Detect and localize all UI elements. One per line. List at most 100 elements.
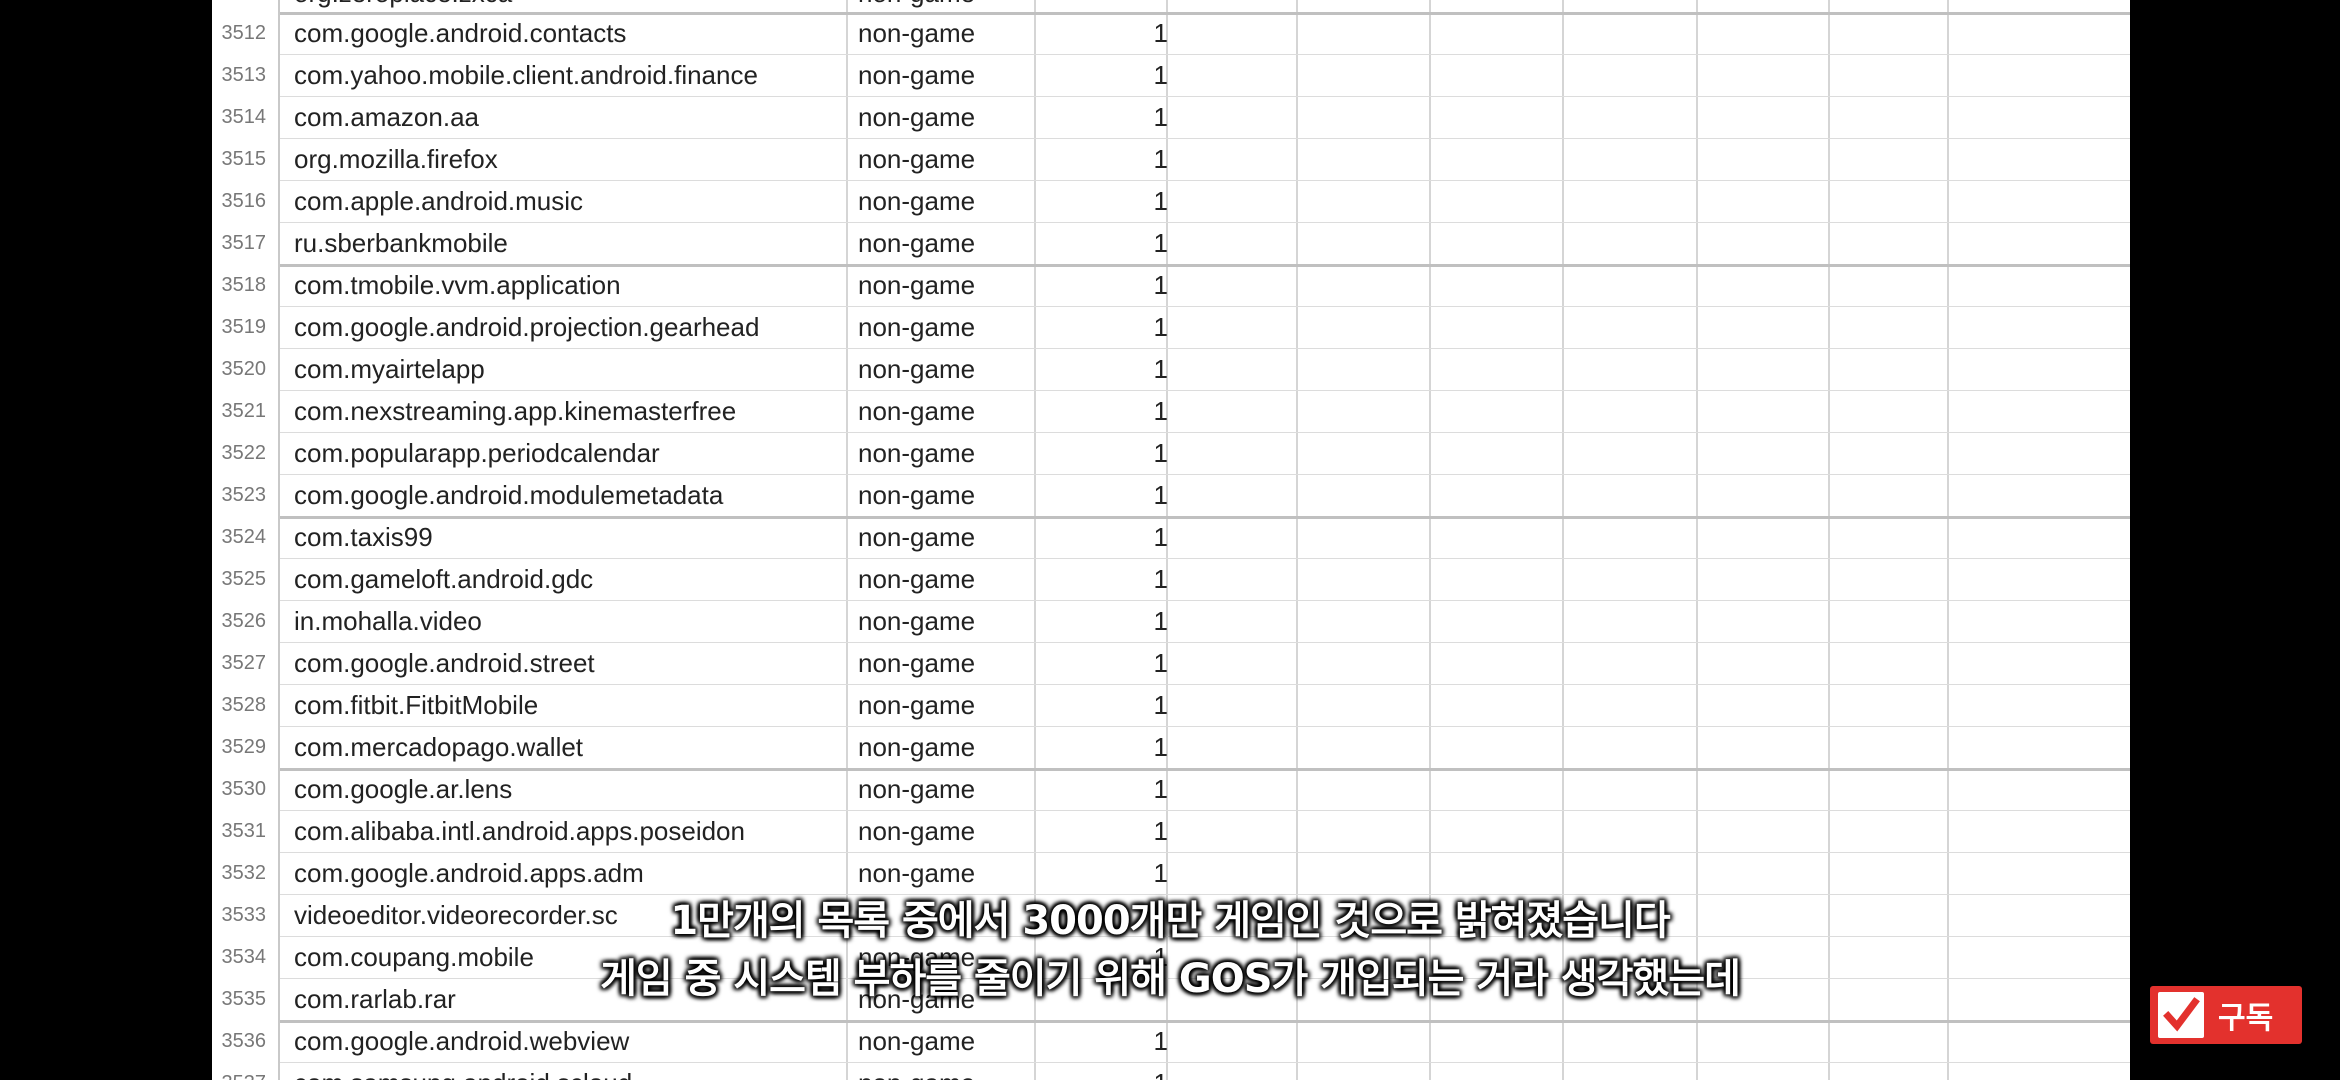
category-cell[interactable]: non-game [852,978,1038,1020]
count-cell[interactable]: 1 [1038,936,1178,978]
row-number[interactable]: 3533 [212,894,280,936]
category-cell[interactable]: non-game [852,600,1038,642]
package-cell[interactable]: videoeditor.videorecorder.sc [288,894,858,936]
row-number[interactable]: 3520 [212,348,280,390]
row-number[interactable]: 3525 [212,558,280,600]
count-cell[interactable]: 1 [1038,726,1178,768]
count-cell[interactable]: 1 [1038,810,1178,852]
row-number[interactable]: 3518 [212,264,280,306]
package-cell[interactable]: com.fitbit.FitbitMobile [288,684,858,726]
count-cell[interactable]: 1 [1038,222,1178,264]
row-number[interactable]: 3529 [212,726,280,768]
category-cell[interactable]: non-game [852,726,1038,768]
category-cell[interactable]: non-game [852,348,1038,390]
count-cell[interactable]: 1 [1038,390,1178,432]
category-cell[interactable]: non-game [852,306,1038,348]
package-cell[interactable]: com.samsung.android.scloud [288,1062,858,1080]
category-cell[interactable]: non-game [852,180,1038,222]
row-number[interactable]: 3516 [212,180,280,222]
category-cell[interactable] [852,894,1038,936]
row-number[interactable]: 3535 [212,978,280,1020]
count-cell[interactable]: 1 [1038,54,1178,96]
row-number[interactable]: 3512 [212,12,280,54]
count-cell[interactable]: 1 [1038,642,1178,684]
row-number[interactable]: 3527 [212,642,280,684]
package-cell[interactable]: com.amazon.aa [288,96,858,138]
category-cell[interactable]: non-game [852,936,1038,978]
package-cell[interactable]: com.google.android.webview [288,1020,858,1062]
category-cell[interactable]: non-game [852,684,1038,726]
category-cell[interactable]: non-game [852,516,1038,558]
row-number[interactable]: 3514 [212,96,280,138]
package-cell[interactable]: in.mohalla.video [288,600,858,642]
row-number[interactable]: 3528 [212,684,280,726]
package-cell[interactable]: com.google.android.modulemetadata [288,474,858,516]
category-cell[interactable]: non-game [852,390,1038,432]
package-cell[interactable]: com.nexstreaming.app.kinemasterfree [288,390,858,432]
category-cell[interactable]: non-game [852,1062,1038,1080]
row-number[interactable]: 3537 [212,1062,280,1080]
package-cell[interactable]: com.google.android.street [288,642,858,684]
category-cell[interactable]: non-game [852,264,1038,306]
category-cell[interactable]: non-game [852,1020,1038,1062]
count-cell[interactable]: 1 [1038,768,1178,810]
category-cell[interactable]: non-game [852,12,1038,54]
package-cell[interactable]: ru.sberbankmobile [288,222,858,264]
row-number[interactable]: 3519 [212,306,280,348]
category-cell[interactable]: non-game [852,810,1038,852]
category-cell[interactable]: non-game [852,852,1038,894]
package-cell[interactable]: com.mercadopago.wallet [288,726,858,768]
row-number[interactable]: 3515 [212,138,280,180]
count-cell[interactable]: 1 [1038,600,1178,642]
row-number[interactable]: 3524 [212,516,280,558]
package-cell[interactable]: com.popularapp.periodcalendar [288,432,858,474]
count-cell[interactable]: 1 [1038,432,1178,474]
category-cell[interactable]: non-game [852,474,1038,516]
count-cell[interactable] [1038,978,1178,1020]
count-cell[interactable]: 1 [1038,138,1178,180]
category-cell[interactable]: non-game [852,96,1038,138]
package-cell[interactable]: com.coupang.mobile [288,936,858,978]
count-cell[interactable]: 1 [1038,12,1178,54]
count-cell[interactable]: 1 [1038,1062,1178,1080]
package-cell[interactable]: com.rarlab.rar [288,978,858,1020]
count-cell[interactable]: 1 [1038,516,1178,558]
category-cell[interactable]: non-game [852,222,1038,264]
package-cell[interactable]: com.myairtelapp [288,348,858,390]
count-cell[interactable]: 1 [1038,558,1178,600]
count-cell[interactable]: 1 [1038,96,1178,138]
count-cell[interactable]: 1 [1038,474,1178,516]
package-cell[interactable]: org.mozilla.firefox [288,138,858,180]
category-cell[interactable]: non-game [852,768,1038,810]
package-cell[interactable]: com.apple.android.music [288,180,858,222]
count-cell[interactable]: 1 [1038,1020,1178,1062]
row-number[interactable]: 3513 [212,54,280,96]
count-cell[interactable]: 1 [1038,852,1178,894]
count-cell[interactable]: 1 [1038,684,1178,726]
package-cell[interactable]: com.yahoo.mobile.client.android.finance [288,54,858,96]
subscribe-button[interactable]: 구독 [2150,986,2302,1044]
row-number[interactable]: 3532 [212,852,280,894]
category-cell[interactable]: non-game [852,642,1038,684]
category-cell[interactable]: non-game [852,558,1038,600]
row-number[interactable]: 3521 [212,390,280,432]
row-number[interactable]: 3523 [212,474,280,516]
package-cell[interactable]: com.google.android.apps.adm [288,852,858,894]
row-number[interactable]: 3522 [212,432,280,474]
count-cell[interactable]: 1 [1038,348,1178,390]
row-number[interactable]: 3531 [212,810,280,852]
row-number[interactable]: 3526 [212,600,280,642]
category-cell[interactable]: non-game [852,432,1038,474]
count-cell[interactable]: 1 [1038,264,1178,306]
package-cell[interactable]: com.google.android.projection.gearhead [288,306,858,348]
count-cell[interactable]: 1 [1038,180,1178,222]
row-number[interactable]: 3534 [212,936,280,978]
package-cell[interactable]: com.google.ar.lens [288,768,858,810]
row-number[interactable]: 3536 [212,1020,280,1062]
category-cell[interactable]: non-game [852,54,1038,96]
package-cell[interactable]: com.taxis99 [288,516,858,558]
package-cell[interactable]: com.alibaba.intl.android.apps.poseidon [288,810,858,852]
package-cell[interactable]: com.google.android.contacts [288,12,858,54]
row-number[interactable]: 3530 [212,768,280,810]
count-cell[interactable] [1038,894,1178,936]
